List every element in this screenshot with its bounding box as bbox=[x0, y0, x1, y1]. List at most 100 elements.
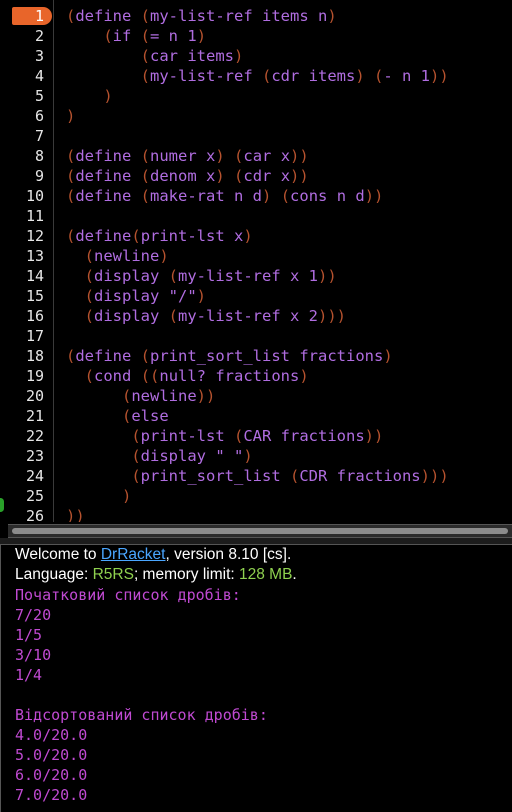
line-number-gutter: 1 2 3 4 5 6 7 8 9 10 11 12 13 14 15 16 17 18 19 20 21 22 23 24 2… bbox=[10, 6, 54, 522]
code-token: my-list-ref items n bbox=[150, 7, 328, 25]
line-number: 5 bbox=[34, 87, 44, 105]
output-line: 7.0/20.0 bbox=[15, 786, 88, 804]
paren-token: ( bbox=[84, 367, 95, 385]
paren-token: ( bbox=[234, 147, 244, 165]
paren-token: ( bbox=[131, 467, 141, 485]
code-line[interactable]: (newline)) bbox=[66, 386, 512, 406]
line-number: 15 bbox=[25, 287, 44, 305]
code-line[interactable]: (car items) bbox=[66, 46, 512, 66]
paren-token: ( bbox=[140, 27, 151, 45]
definitions-editor[interactable]: 1 2 3 4 5 6 7 8 9 10 11 12 13 14 15 16 17 18 19 20 21 22 23 24 2… bbox=[0, 0, 512, 522]
code-token: newline bbox=[131, 387, 197, 405]
repl-output: Початковий список дробів: 7/20 1/5 3/10 1/4 В… bbox=[1, 585, 512, 805]
code-line[interactable]: (display "/") bbox=[66, 286, 512, 306]
code-line[interactable]: (display (my-list-ref x 1)) bbox=[66, 266, 512, 286]
paren-token: ( bbox=[289, 467, 300, 485]
paren-token: ( bbox=[140, 47, 150, 65]
paren-token: ) bbox=[122, 487, 132, 505]
paren-token: ( bbox=[131, 447, 141, 465]
code-token: denom x bbox=[150, 167, 216, 185]
code-line[interactable]: ) bbox=[66, 486, 512, 506]
code-token: define bbox=[75, 147, 141, 165]
code-line[interactable]: (define (my-list-ref items n) bbox=[66, 6, 512, 26]
paren-token: ) bbox=[215, 167, 225, 185]
language-name: R5RS bbox=[92, 566, 134, 583]
line-number: 2 bbox=[34, 27, 44, 45]
paren-token: ) bbox=[215, 147, 225, 165]
paren-token: ( bbox=[168, 307, 179, 325]
paren-token: )) bbox=[66, 507, 85, 522]
code-line[interactable] bbox=[66, 126, 512, 146]
code-line[interactable]: (cond ((null? fractions) bbox=[66, 366, 512, 386]
code-token: print-lst x bbox=[140, 227, 244, 245]
code-line[interactable]: )) bbox=[66, 506, 512, 522]
line-number: 13 bbox=[25, 247, 44, 265]
output-line: 6.0/20.0 bbox=[15, 766, 88, 784]
drracket-link[interactable]: DrRacket bbox=[101, 546, 166, 563]
code-line[interactable]: ) bbox=[66, 86, 512, 106]
code-line[interactable]: (define (numer x) (car x)) bbox=[66, 146, 512, 166]
current-line-number: 1 bbox=[10, 6, 54, 26]
line-number: 16 bbox=[25, 307, 44, 325]
code-line[interactable]: (else bbox=[66, 406, 512, 426]
code-token: define bbox=[75, 7, 141, 25]
pane-splitter[interactable] bbox=[0, 538, 512, 545]
welcome-line: Welcome to DrRacket, version 8.10 [cs]. bbox=[1, 545, 512, 565]
code-token: numer x bbox=[150, 147, 216, 165]
code-line[interactable]: (my-list-ref (cdr items) (- n 1)) bbox=[66, 66, 512, 86]
code-line[interactable] bbox=[66, 206, 512, 226]
paren-token: ( bbox=[84, 247, 95, 265]
code-line[interactable]: (print_sort_list (CDR fractions))) bbox=[66, 466, 512, 486]
paren-token: ) bbox=[103, 87, 113, 105]
code-line[interactable]: ) bbox=[66, 106, 512, 126]
horizontal-scrollbar[interactable] bbox=[8, 524, 512, 538]
paren-token: ) bbox=[196, 287, 207, 305]
line-number: 17 bbox=[25, 327, 44, 345]
code-line[interactable]: (define (denom x) (cdr x)) bbox=[66, 166, 512, 186]
line-number: 26 bbox=[25, 507, 44, 522]
code-token: cond bbox=[94, 367, 141, 385]
paren-token: )) bbox=[364, 427, 384, 445]
line-number: 19 bbox=[25, 367, 44, 385]
code-line[interactable]: (if (= n 1) bbox=[66, 26, 512, 46]
code-line[interactable]: (define(print-lst x) bbox=[66, 226, 512, 246]
paren-token: ( bbox=[140, 187, 151, 205]
interactions-pane[interactable]: Welcome to DrRacket, version 8.10 [cs]. … bbox=[0, 545, 512, 812]
output-line: Відсортований список дробів: bbox=[15, 706, 268, 724]
code-token: - n 1 bbox=[383, 67, 431, 85]
paren-token: ) bbox=[234, 47, 244, 65]
code-line[interactable]: (define (print_sort_list fractions) bbox=[66, 346, 512, 366]
code-token: = n 1 bbox=[150, 27, 197, 45]
paren-token: )) bbox=[364, 187, 384, 205]
code-line[interactable] bbox=[66, 326, 512, 346]
paren-token: ( bbox=[140, 347, 151, 365]
welcome-suffix: , version 8.10 [cs]. bbox=[165, 546, 292, 563]
paren-token: ) bbox=[262, 187, 272, 205]
paren-token: ) bbox=[327, 7, 337, 25]
code-line[interactable]: (define (make-rat n d) (cons n d)) bbox=[66, 186, 512, 206]
paren-token: ( bbox=[140, 67, 150, 85]
paren-token: ( bbox=[66, 7, 76, 25]
code-line[interactable]: (newline) bbox=[66, 246, 512, 266]
code-line[interactable]: (display (my-list-ref x 2))) bbox=[66, 306, 512, 326]
scrollbar-thumb[interactable] bbox=[12, 528, 508, 534]
code-token: cdr items bbox=[271, 67, 356, 85]
code-token: car x bbox=[243, 147, 291, 165]
code-token: print_sort_list bbox=[140, 467, 290, 485]
code-token: if bbox=[112, 27, 141, 45]
code-line[interactable]: (print-lst (CAR fractions)) bbox=[66, 426, 512, 446]
code-area[interactable]: (define (my-list-ref items n) (if (= n 1… bbox=[66, 6, 512, 522]
output-line: 4.0/20.0 bbox=[15, 726, 88, 744]
code-line[interactable]: (display " ") bbox=[66, 446, 512, 466]
paren-token: ( bbox=[140, 7, 151, 25]
